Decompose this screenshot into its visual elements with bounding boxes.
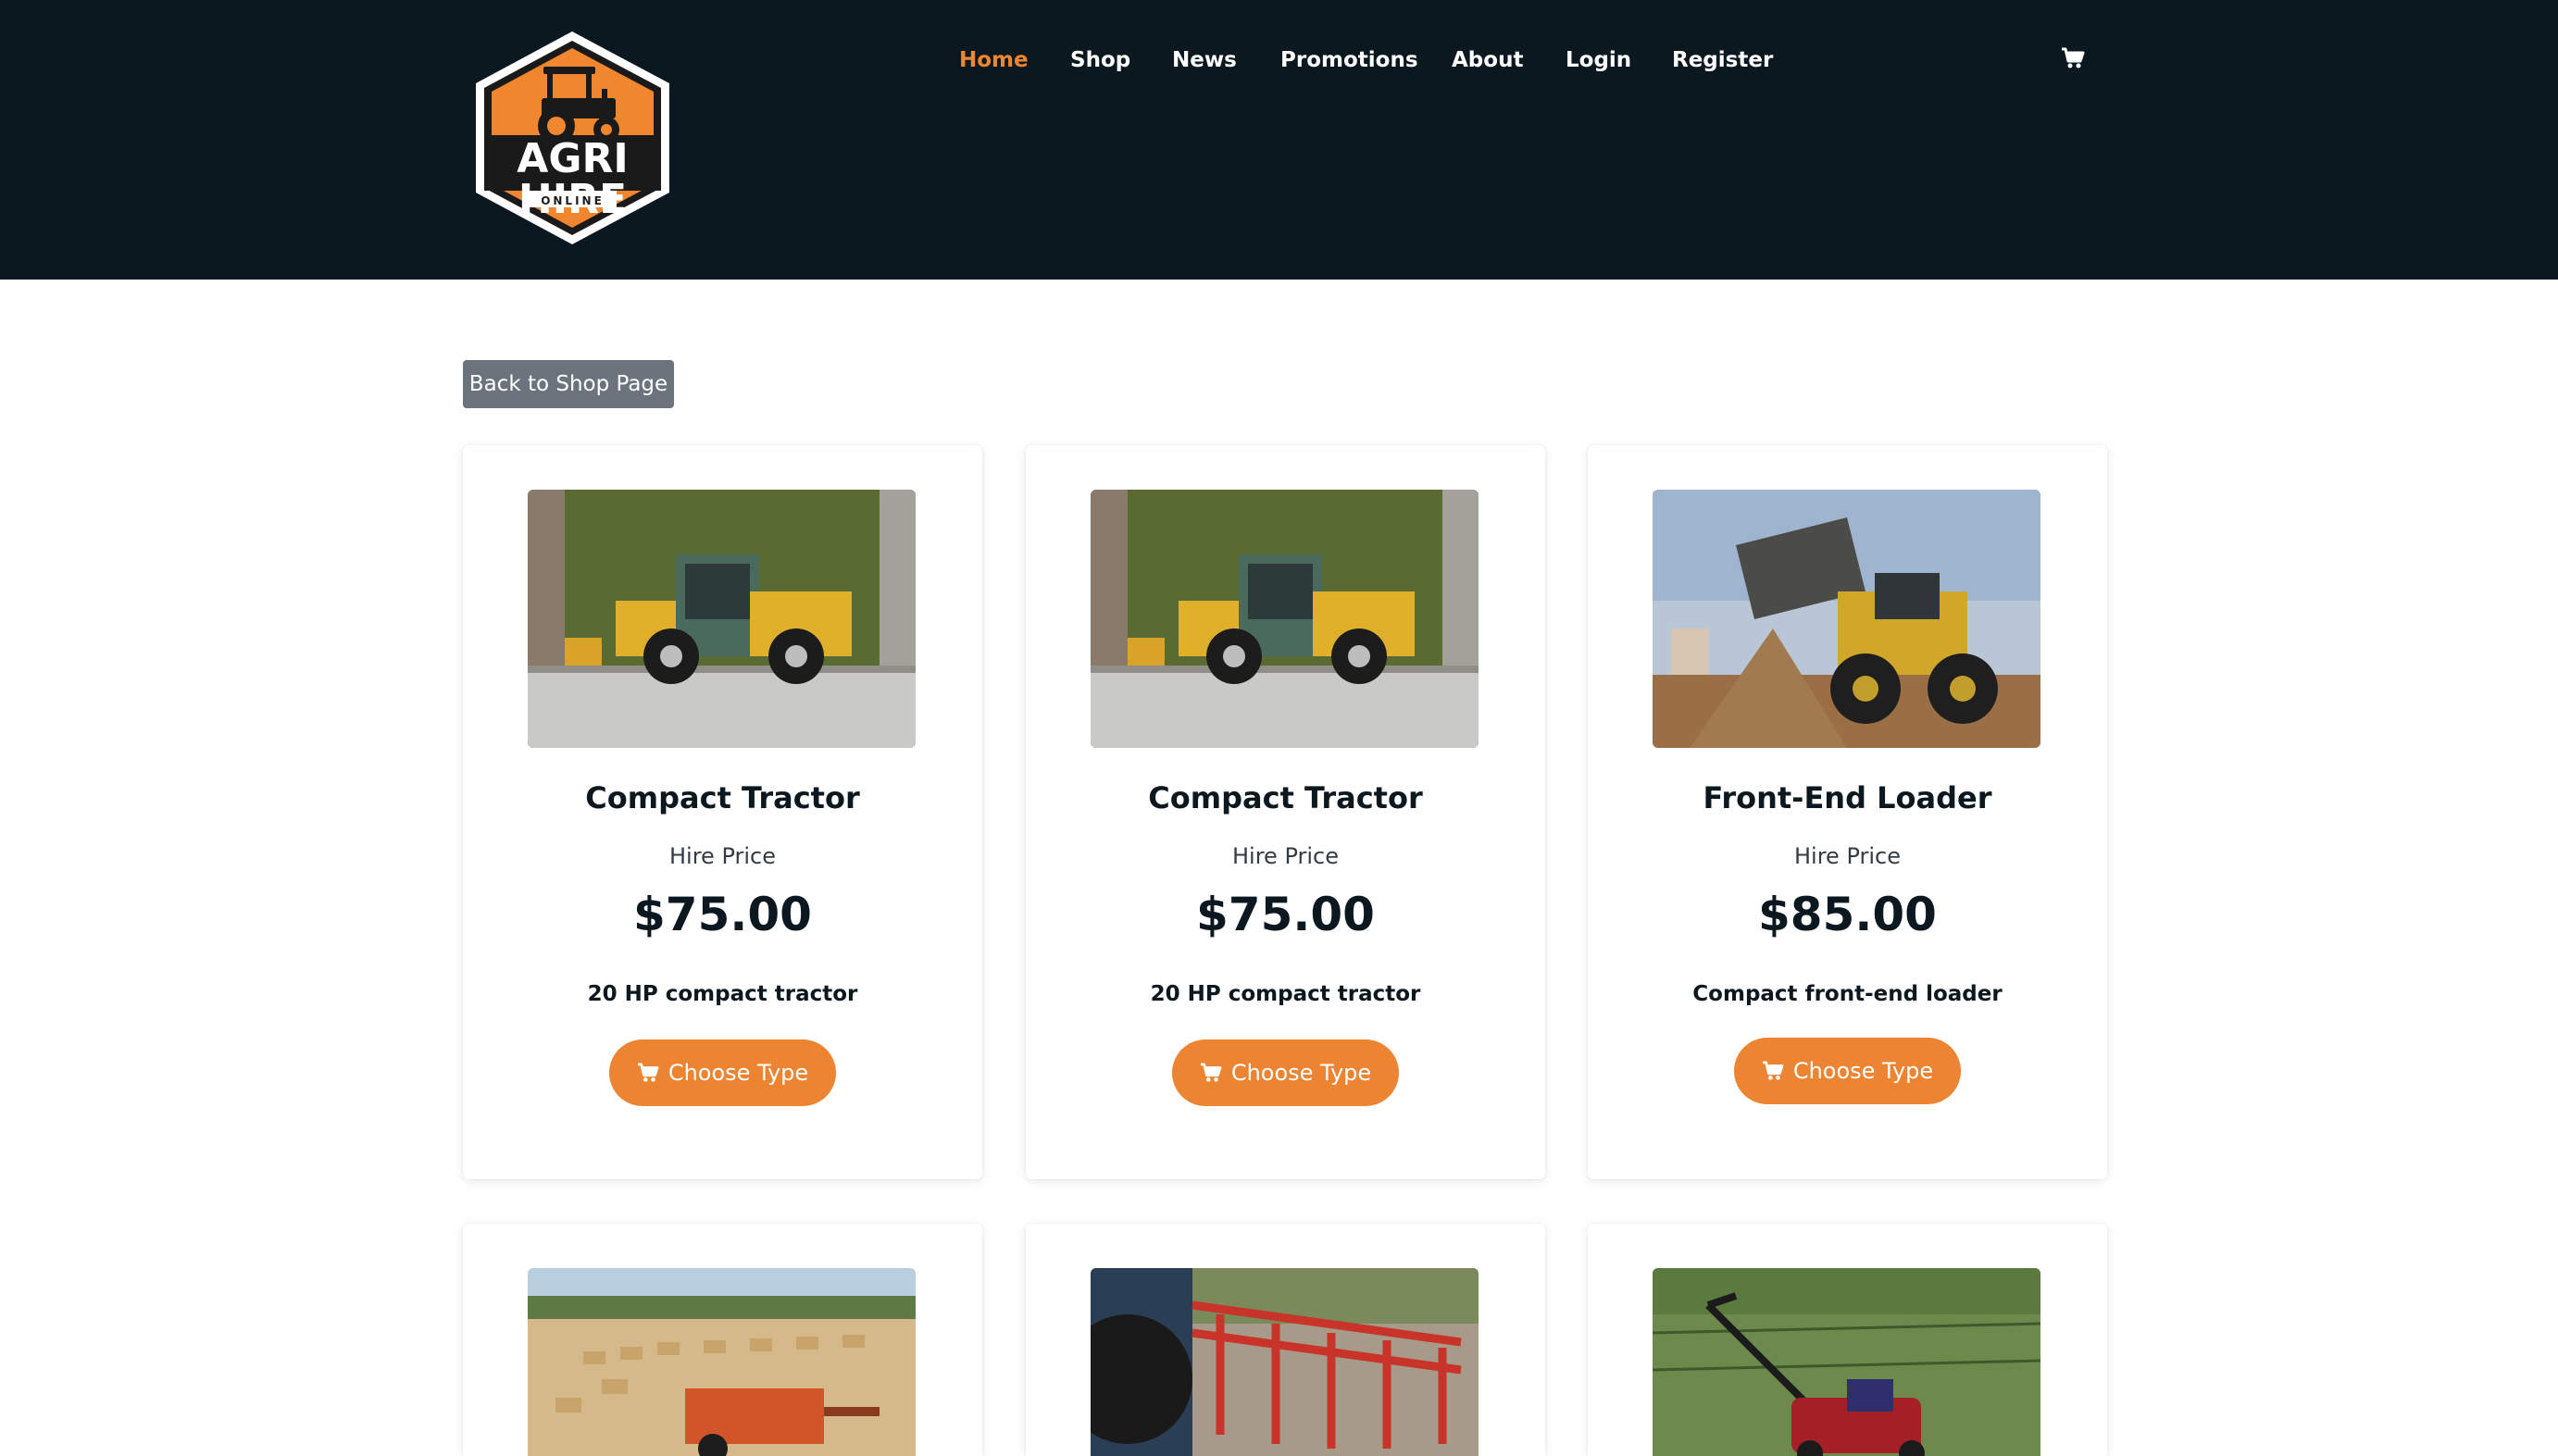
choose-type-label: Choose Type [668, 1060, 809, 1086]
choose-type-button[interactable]: Choose Type [1734, 1038, 1961, 1104]
nav-register[interactable]: Register [1672, 44, 1773, 76]
compact-tractor-image[interactable] [1091, 490, 1479, 748]
lawn-mower-image[interactable] [1653, 1268, 2040, 1456]
choose-type-button[interactable]: Choose Type [609, 1039, 836, 1106]
front-end-loader-image[interactable] [1653, 490, 2040, 748]
product-card [1588, 1224, 2107, 1456]
product-description: 20 HP compact tractor [1150, 982, 1421, 1006]
product-price-label: Hire Price [1794, 843, 1901, 869]
nav-promotions[interactable]: Promotions [1280, 44, 1418, 76]
product-price: $75.00 [633, 888, 812, 941]
nav-news[interactable]: News [1172, 44, 1237, 76]
nav-shop[interactable]: Shop [1070, 44, 1130, 76]
product-card [463, 1224, 982, 1456]
nav-about[interactable]: About [1452, 44, 1523, 76]
product-title: Compact Tractor [1148, 780, 1423, 815]
product-description: Compact front-end loader [1692, 982, 2003, 1006]
product-price-label: Hire Price [669, 843, 776, 869]
agri-hire-logo[interactable]: AGRI HIRE ONLINE [468, 30, 678, 246]
back-to-shop-button[interactable]: Back to Shop Page [463, 360, 674, 408]
product-card: Front-End Loader Hire Price $85.00 Compa… [1588, 445, 2107, 1179]
cart-icon [1762, 1061, 1784, 1080]
site-header: AGRI HIRE ONLINE Home Shop News Promotio… [0, 0, 2558, 280]
choose-type-label: Choose Type [1230, 1060, 1372, 1086]
product-title: Front-End Loader [1703, 780, 1992, 815]
choose-type-label: Choose Type [1792, 1058, 1934, 1084]
product-price: $85.00 [1758, 888, 1937, 941]
cultivator-image[interactable] [1091, 1268, 1479, 1456]
product-description: 20 HP compact tractor [587, 982, 858, 1006]
cart-icon [637, 1063, 659, 1082]
nav-home[interactable]: Home [959, 44, 1029, 76]
choose-type-button[interactable]: Choose Type [1172, 1039, 1399, 1106]
logo-subtitle: ONLINE [541, 194, 605, 207]
nav-login[interactable]: Login [1566, 44, 1631, 76]
hay-baler-image[interactable] [528, 1268, 916, 1456]
product-title: Compact Tractor [585, 780, 860, 815]
product-price-label: Hire Price [1232, 843, 1339, 869]
cart-icon[interactable] [2061, 46, 2085, 70]
product-price: $75.00 [1196, 888, 1375, 941]
product-card: Compact Tractor Hire Price $75.00 20 HP … [1026, 445, 1545, 1179]
cart-icon [1200, 1063, 1222, 1082]
product-card: Compact Tractor Hire Price $75.00 20 HP … [463, 445, 982, 1179]
logo-wordmark: AGRI HIRE [517, 135, 629, 223]
product-card [1026, 1224, 1545, 1456]
compact-tractor-image[interactable] [528, 490, 916, 748]
